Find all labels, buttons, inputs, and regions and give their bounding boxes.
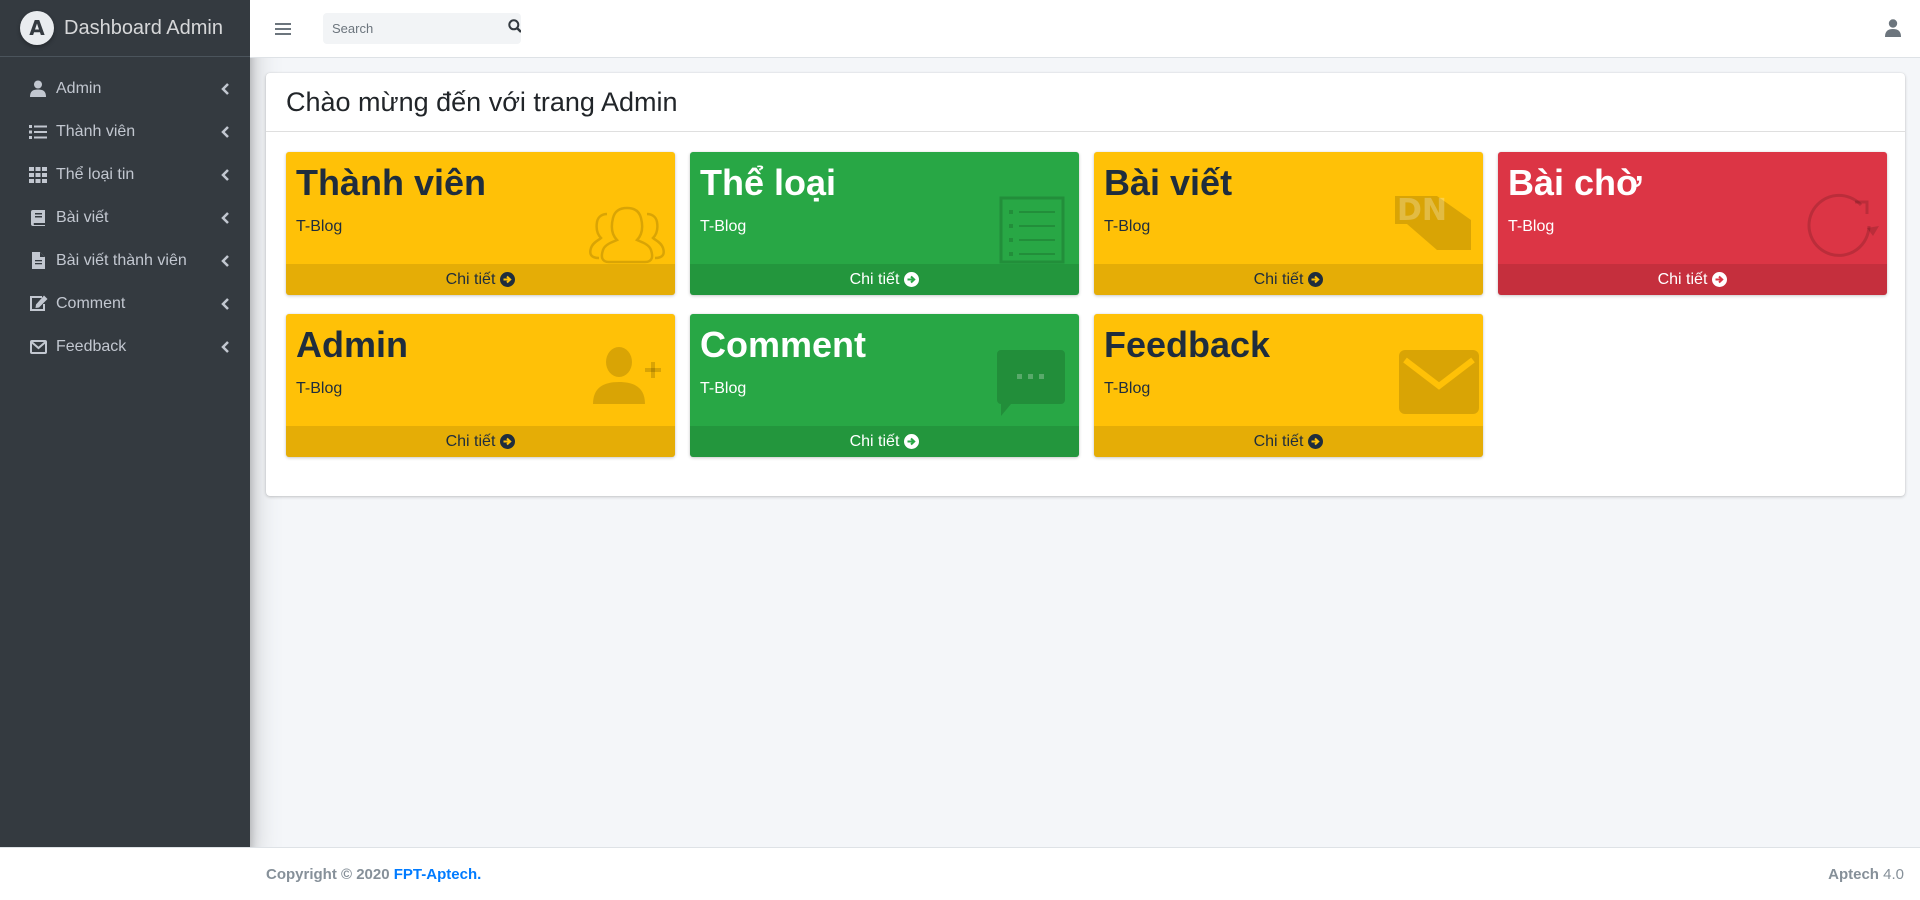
app-version: 4.0: [1883, 865, 1904, 883]
search-button[interactable]: [508, 13, 521, 44]
hamburger-icon: [275, 22, 291, 25]
sidebar-item-label: Feedback: [56, 337, 127, 355]
chevron-left-icon: [220, 168, 230, 182]
sidebar-item-label: Bài viết: [56, 208, 109, 226]
search-icon: [508, 19, 521, 38]
search-input[interactable]: [323, 13, 508, 44]
file-icon: [28, 252, 48, 270]
arrow-circle-right-icon: [500, 434, 516, 449]
app-name: Aptech: [1828, 865, 1879, 883]
arrow-circle-right-icon: [500, 272, 516, 287]
small-box-admin: Admin T-Blog Chi tiết: [286, 314, 675, 457]
card-header: Chào mừng đến với trang Admin: [266, 73, 1905, 132]
stats-grid: Thành viên T-Blog Chi tiết Thể loại T-Bl…: [286, 152, 1887, 457]
sidebar-item-label: Comment: [56, 294, 126, 312]
arrow-circle-right-icon: [1712, 272, 1728, 287]
small-box-bai-cho: Bài chờ T-Blog Chi tiết: [1498, 152, 1887, 295]
sidebar-item-feedback[interactable]: Feedback: [0, 325, 250, 368]
dn-logo-icon: DN: [1395, 193, 1471, 272]
search-form: [323, 13, 521, 44]
user-plus-icon: [591, 347, 661, 434]
box-title: Thành viên: [296, 162, 487, 203]
copyright-text: Copyright © 2020 FPT-Aptech.: [266, 865, 482, 883]
version-info: Aptech 4.0: [1828, 866, 1904, 883]
top-navbar: [250, 0, 1920, 58]
list-icon: [28, 123, 48, 141]
sidebar-item-comment[interactable]: Comment: [0, 282, 250, 325]
chevron-left-icon: [220, 297, 230, 311]
small-box-thanh-vien: Thành viên T-Blog Chi tiết: [286, 152, 675, 295]
users-icon: [589, 202, 665, 272]
sidebar-item-label: Admin: [56, 79, 102, 97]
sidebar-item-bai-viet[interactable]: Bài viết: [0, 196, 250, 239]
sidebar-item-the-loai-tin[interactable]: Thể loại tin: [0, 153, 250, 196]
user-icon: [28, 80, 48, 98]
book-icon: [28, 209, 48, 227]
edit-icon: [28, 295, 48, 313]
small-box-feedback: Feedback T-Blog Chi tiết: [1094, 314, 1483, 457]
sidebar-item-label: Bài viết thành viên: [56, 251, 187, 269]
redo-icon: [1803, 193, 1879, 272]
small-box-comment: Comment T-Blog Chi tiết: [690, 314, 1079, 457]
footer-brand-link[interactable]: FPT-Aptech.: [394, 866, 482, 883]
svg-text:DN: DN: [1397, 193, 1447, 228]
comment-icon: [995, 350, 1065, 434]
sidebar-item-thanh-vien[interactable]: Thành viên: [0, 110, 250, 153]
page-footer: Copyright © 2020 FPT-Aptech. Aptech 4.0: [0, 847, 1920, 900]
arrow-circle-right-icon: [1308, 272, 1324, 287]
small-box-bai-viet: Bài viết T-Blog DN Chi tiết: [1094, 152, 1483, 295]
user-icon: [1885, 19, 1901, 41]
sidebar-item-label: Thành viên: [56, 122, 136, 140]
small-box-the-loai: Thể loại T-Blog Chi tiết: [690, 152, 1079, 295]
grid-icon: [28, 166, 48, 184]
menu-toggle-button[interactable]: [273, 21, 293, 37]
brand-link[interactable]: A Dashboard Admin: [0, 0, 250, 57]
sidebar-item-label: Thể loại tin: [56, 165, 135, 183]
arrow-circle-right-icon: [904, 272, 920, 287]
sidebar-item-bai-viet-thanh-vien[interactable]: Bài viết thành viên: [0, 239, 250, 282]
chevron-left-icon: [220, 340, 230, 354]
sidebar-item-admin[interactable]: Admin: [0, 67, 250, 110]
envelope-icon: [28, 338, 48, 356]
chevron-left-icon: [220, 82, 230, 96]
user-menu-button[interactable]: [1885, 19, 1903, 39]
arrow-circle-right-icon: [904, 434, 920, 449]
welcome-card: Chào mừng đến với trang Admin Thành viên…: [266, 73, 1905, 496]
envelope-icon: [1399, 350, 1479, 434]
sidebar-nav: Admin Thành viên Thể loại tin Bài viết B…: [0, 57, 250, 368]
chevron-left-icon: [220, 125, 230, 139]
chevron-left-icon: [220, 211, 230, 225]
arrow-circle-right-icon: [1308, 434, 1324, 449]
chevron-left-icon: [220, 254, 230, 268]
list-alt-icon: [995, 196, 1065, 272]
page-title: Chào mừng đến với trang Admin: [286, 86, 678, 117]
sidebar: A Dashboard Admin Admin Thành viên Thể l…: [0, 0, 250, 847]
brand-logo: A: [20, 11, 54, 45]
brand-title: Dashboard Admin: [64, 16, 223, 39]
